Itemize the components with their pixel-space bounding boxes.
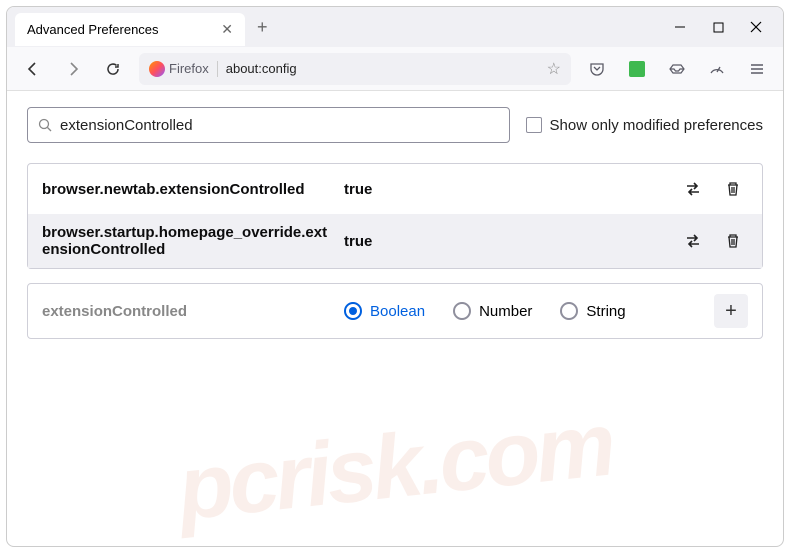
new-pref-name: extensionControlled [42, 303, 332, 320]
show-modified-checkbox[interactable]: Show only modified preferences [526, 117, 763, 134]
radio-icon [344, 302, 362, 320]
pocket-icon[interactable] [583, 55, 611, 83]
identity-label: Firefox [169, 61, 209, 76]
inbox-icon[interactable] [663, 55, 691, 83]
close-window-button[interactable] [749, 20, 763, 34]
forward-button[interactable] [59, 55, 87, 83]
address-bar[interactable]: Firefox about:config ☆ [139, 53, 571, 85]
pref-value: true [344, 233, 666, 250]
toolbar: Firefox about:config ☆ [7, 47, 783, 91]
tab-bar: Advanced Preferences ✕ + [7, 7, 783, 47]
window-controls [673, 20, 775, 34]
extension-icon[interactable] [623, 55, 651, 83]
radio-icon [453, 302, 471, 320]
pref-row: browser.startup.homepage_override.extens… [28, 214, 762, 268]
checkbox-label: Show only modified preferences [550, 117, 763, 134]
radio-icon [560, 302, 578, 320]
radio-label: Number [479, 303, 532, 320]
pref-table: browser.newtab.extensionControlled true … [27, 163, 763, 269]
close-tab-icon[interactable]: ✕ [221, 21, 233, 38]
pref-value: true [344, 181, 666, 198]
type-radio-group: Boolean Number String [344, 302, 702, 320]
pref-name: browser.newtab.extensionControlled [42, 181, 332, 198]
toggle-button[interactable] [678, 226, 708, 256]
delete-button[interactable] [718, 226, 748, 256]
minimize-button[interactable] [673, 20, 687, 34]
toggle-button[interactable] [678, 174, 708, 204]
browser-tab[interactable]: Advanced Preferences ✕ [15, 13, 245, 46]
search-input[interactable] [60, 117, 499, 134]
new-tab-button[interactable]: + [257, 17, 268, 38]
reload-button[interactable] [99, 55, 127, 83]
tab-title: Advanced Preferences [27, 22, 159, 37]
menu-button[interactable] [743, 55, 771, 83]
content-area: Show only modified preferences browser.n… [7, 91, 783, 355]
radio-string[interactable]: String [560, 302, 625, 320]
search-icon [38, 118, 52, 132]
new-pref-row: extensionControlled Boolean Number Strin… [27, 283, 763, 339]
pref-row: browser.newtab.extensionControlled true [28, 164, 762, 214]
url-text: about:config [226, 61, 539, 76]
back-button[interactable] [19, 55, 47, 83]
dashboard-icon[interactable] [703, 55, 731, 83]
checkbox-icon [526, 117, 542, 133]
radio-number[interactable]: Number [453, 302, 532, 320]
radio-label: String [586, 303, 625, 320]
add-pref-button[interactable]: + [714, 294, 748, 328]
maximize-button[interactable] [711, 20, 725, 34]
pref-name: browser.startup.homepage_override.extens… [42, 224, 332, 258]
identity-block[interactable]: Firefox [149, 61, 218, 77]
bookmark-star-icon[interactable]: ☆ [547, 59, 561, 79]
radio-label: Boolean [370, 303, 425, 320]
delete-button[interactable] [718, 174, 748, 204]
search-box[interactable] [27, 107, 510, 143]
radio-boolean[interactable]: Boolean [344, 302, 425, 320]
firefox-icon [149, 61, 165, 77]
